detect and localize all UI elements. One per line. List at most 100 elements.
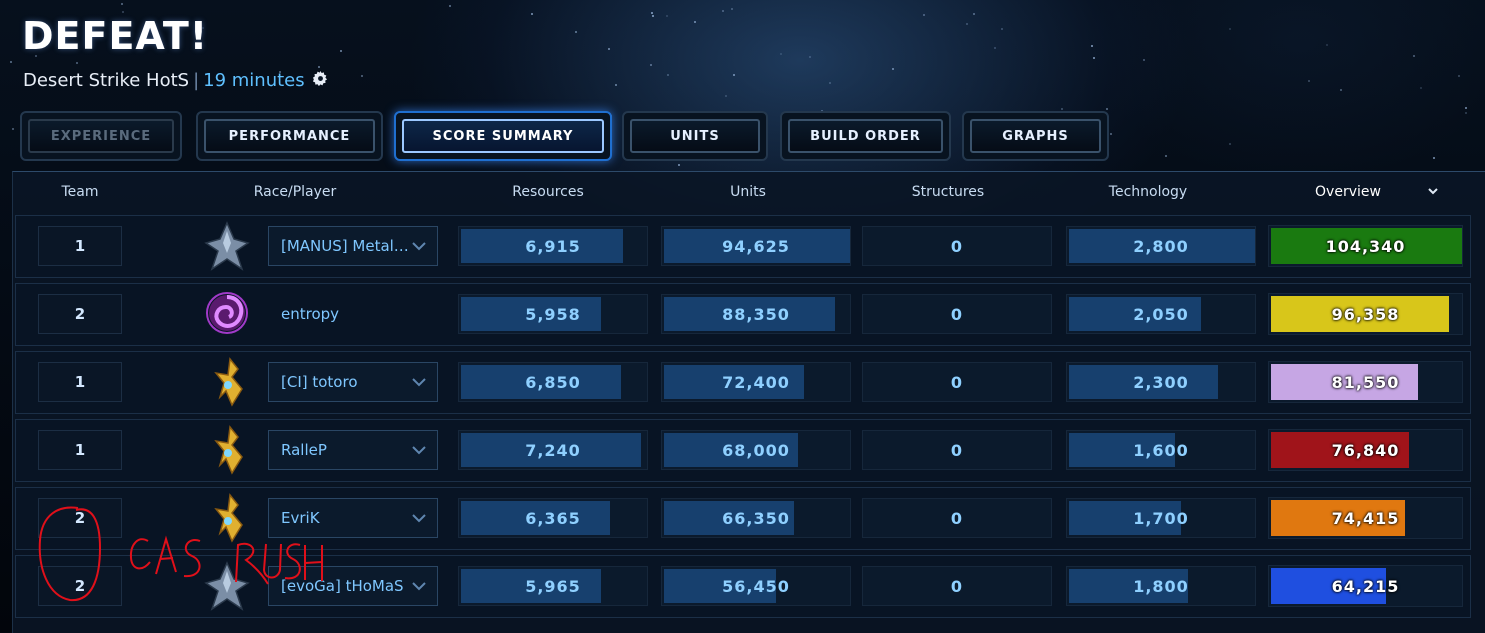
player-select[interactable]: [MANUS] Metal… (268, 226, 438, 266)
technology-value: 2,800 (1133, 236, 1189, 256)
column-header-team: Team (61, 184, 99, 200)
tab-units[interactable]: UNITS (622, 111, 768, 161)
units-value: 56,450 (722, 576, 790, 596)
resources-cell: 5,958 (458, 294, 648, 334)
protoss-race-icon (202, 491, 252, 545)
star (1229, 28, 1231, 30)
player-select[interactable]: EvriK (268, 498, 438, 538)
star (12, 128, 14, 130)
technology-cell: 2,800 (1066, 226, 1256, 266)
technology-value: 1,700 (1133, 508, 1189, 528)
structures-cell: 0 (862, 226, 1052, 266)
technology-cell: 1,700 (1066, 498, 1256, 538)
overview-cell: 81,550 (1268, 361, 1463, 403)
units-value: 72,400 (722, 372, 790, 392)
units-cell: 56,450 (661, 566, 851, 606)
result-title: DEFEAT! (22, 14, 209, 58)
units-cell: 68,000 (661, 430, 851, 470)
overview-cell: 76,840 (1268, 429, 1463, 471)
structures-value: 0 (950, 236, 964, 256)
overview-value: 96,358 (1331, 304, 1400, 324)
structures-value: 0 (950, 508, 964, 528)
technology-value: 2,050 (1133, 304, 1189, 324)
star (923, 14, 925, 16)
team-number: 2 (38, 498, 122, 538)
star (575, 31, 577, 33)
resources-value: 6,365 (525, 508, 581, 528)
tab-graphs[interactable]: GRAPHS (962, 111, 1109, 161)
column-header-overview[interactable]: Overview (1270, 184, 1426, 200)
tab-performance[interactable]: PERFORMANCE (196, 111, 383, 161)
star (1340, 89, 1342, 91)
star (1110, 133, 1112, 135)
structures-value: 0 (950, 304, 964, 324)
technology-cell: 1,600 (1066, 430, 1256, 470)
star (1229, 143, 1231, 145)
resources-cell: 6,850 (458, 362, 648, 402)
tab-label: GRAPHS (970, 119, 1101, 153)
chevron-down-icon[interactable] (1427, 184, 1439, 200)
units-value: 88,350 (722, 304, 790, 324)
star (449, 5, 451, 7)
star (76, 62, 78, 64)
star (722, 10, 724, 12)
overview-value: 81,550 (1331, 372, 1400, 392)
star (531, 13, 533, 15)
tab-label: EXPERIENCE (28, 119, 174, 153)
star (780, 53, 782, 55)
player-name: [CI] totoro (281, 373, 358, 391)
star (608, 48, 610, 50)
star (361, 75, 363, 77)
chevron-down-icon (411, 440, 427, 459)
technology-value: 2,300 (1133, 372, 1189, 392)
overview-value: 76,840 (1331, 440, 1400, 460)
protoss-race-icon (202, 355, 252, 409)
player-select[interactable]: RalleP (268, 430, 438, 470)
terran-race-icon (202, 559, 252, 613)
overview-cell: 104,340 (1268, 225, 1463, 267)
star (1326, 44, 1328, 46)
chevron-down-icon (411, 576, 427, 595)
tab-score-summary[interactable]: SCORE SUMMARY (394, 111, 612, 161)
team-number: 2 (38, 566, 122, 606)
star (725, 95, 727, 97)
column-header-resources[interactable]: Resources (470, 184, 626, 200)
team-number: 1 (38, 430, 122, 470)
team-number: 1 (38, 362, 122, 402)
units-cell: 66,350 (661, 498, 851, 538)
tab-label: SCORE SUMMARY (402, 119, 604, 153)
tab-experience[interactable]: EXPERIENCE (20, 111, 182, 161)
player-select[interactable]: [CI] totoro (268, 362, 438, 402)
overview-value: 64,215 (1331, 576, 1400, 596)
team-number: 1 (38, 226, 122, 266)
resources-value: 6,915 (525, 236, 581, 256)
structures-value: 0 (950, 576, 964, 596)
column-header-structures[interactable]: Structures (870, 184, 1026, 200)
resources-cell: 6,915 (458, 226, 648, 266)
star (666, 15, 668, 17)
units-cell: 72,400 (661, 362, 851, 402)
column-header-units[interactable]: Units (670, 184, 826, 200)
chevron-down-icon (411, 236, 427, 255)
overview-cell: 64,215 (1268, 565, 1463, 607)
tab-label: BUILD ORDER (788, 119, 943, 153)
tab-label: UNITS (630, 119, 760, 153)
star (731, 8, 733, 10)
zerg-race-icon (202, 287, 252, 341)
resources-cell: 6,365 (458, 498, 648, 538)
star (1465, 112, 1467, 114)
structures-value: 0 (950, 372, 964, 392)
star (733, 74, 735, 76)
units-cell: 88,350 (661, 294, 851, 334)
gear-icon[interactable] (312, 71, 328, 91)
resources-cell: 7,240 (458, 430, 648, 470)
structures-cell: 0 (862, 362, 1052, 402)
star (809, 56, 811, 58)
star (1420, 87, 1422, 89)
star (615, 84, 617, 86)
overview-cell: 96,358 (1268, 293, 1463, 335)
star (1458, 75, 1460, 77)
column-header-technology[interactable]: Technology (1070, 184, 1226, 200)
tab-build-order[interactable]: BUILD ORDER (780, 111, 951, 161)
player-select[interactable]: [evoGa] tHoMaS (268, 566, 438, 606)
